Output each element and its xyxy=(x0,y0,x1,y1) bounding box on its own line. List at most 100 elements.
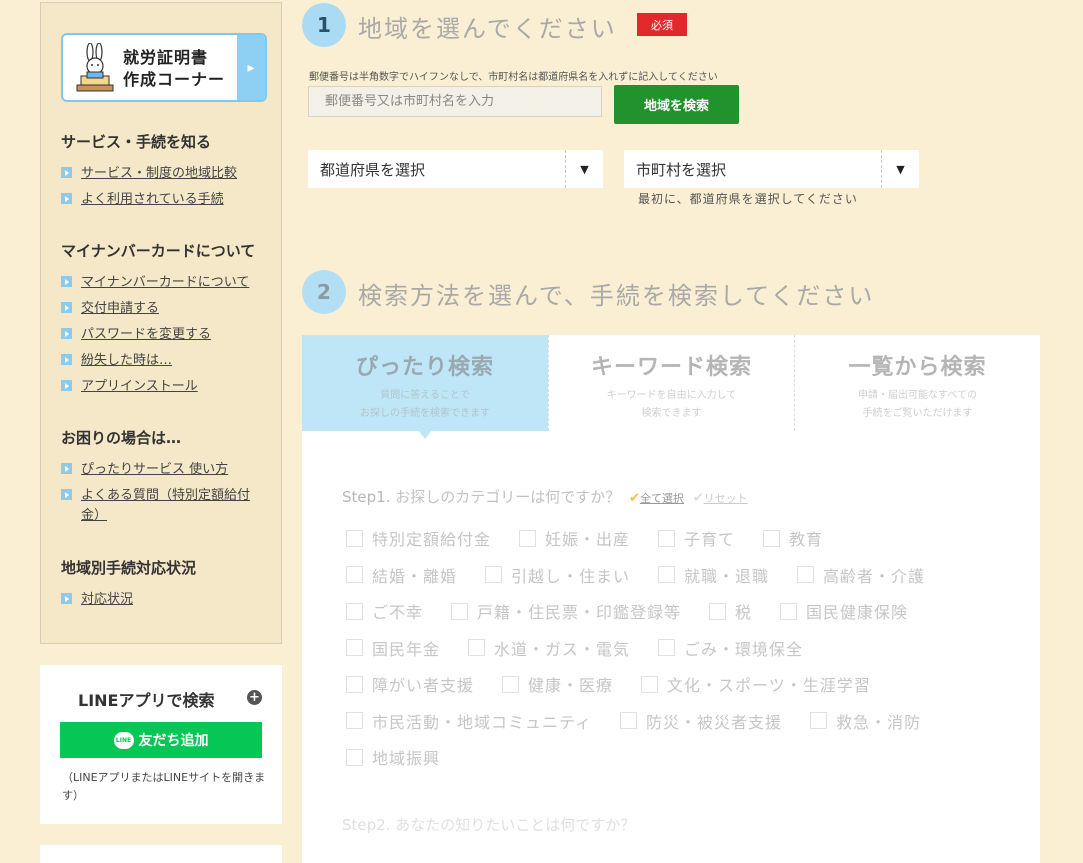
line-title: LINEアプリで検索 xyxy=(78,691,215,710)
sidebar-link-faq[interactable]: よくある質問（特別定額給付金） xyxy=(61,486,266,526)
checkbox-icon[interactable] xyxy=(346,529,363,547)
category-checkbox[interactable]: 高齢者・介護 xyxy=(797,563,925,587)
tab-pittari-search[interactable]: ぴったり検索 質問に答えることで お探しの手続を検索できます xyxy=(302,335,548,431)
select-all-link[interactable]: 全て選択 xyxy=(640,492,684,505)
sidebar-link-regional-comparison[interactable]: サービス・制度の地域比較 xyxy=(61,164,271,184)
required-badge: 必須 xyxy=(637,13,687,36)
region-search-input[interactable] xyxy=(308,86,602,117)
checkbox-icon[interactable] xyxy=(641,675,659,693)
checkbox-icon[interactable] xyxy=(502,675,520,693)
sidebar-link-status[interactable]: 対応状況 xyxy=(61,590,271,610)
checkbox-icon[interactable] xyxy=(346,566,363,584)
tab-list-search[interactable]: 一覧から検索 申請・届出可能なすべての 手続をご覧いただけます xyxy=(794,335,1040,431)
category-checkbox[interactable]: 市民活動・地域コミュニティ xyxy=(346,709,592,733)
line-logo-icon: LINE xyxy=(113,731,134,749)
sidebar-link-how-to-use[interactable]: ぴったりサービス 使い方 xyxy=(61,460,271,480)
category-label: ごみ・環境保全 xyxy=(684,639,804,659)
category-checkbox[interactable]: 健康・医療 xyxy=(502,672,613,696)
category-row: 障がい者支援 健康・医療 文化・スポーツ・生涯学習 xyxy=(346,666,1006,703)
category-checkbox[interactable]: 障がい者支援 xyxy=(346,672,474,696)
category-checkbox[interactable]: 特別定額給付金 xyxy=(346,526,491,550)
sidebar-link-lost-card[interactable]: 紛失した時は… xyxy=(61,351,271,371)
chevron-right-icon: ▸ xyxy=(237,35,265,100)
category-checkbox[interactable]: 救急・消防 xyxy=(810,709,921,733)
category-checkbox[interactable]: 引越し・住まい xyxy=(485,563,630,587)
step2-heading: 検索方法を選んで、手続を検索してください xyxy=(358,282,875,310)
banner-title: 就労証明書 作成コーナー xyxy=(123,48,226,89)
checkbox-icon[interactable] xyxy=(763,529,781,547)
checkbox-icon[interactable] xyxy=(658,639,676,657)
tab-title: ぴったり検索 xyxy=(355,355,494,380)
checkbox-icon[interactable] xyxy=(519,529,537,547)
checkbox-icon[interactable] xyxy=(620,712,638,730)
city-select[interactable]: 市町村を選択 ▼ xyxy=(624,150,919,188)
category-checkbox[interactable]: 地域振興 xyxy=(346,745,440,769)
step2-number: 2 xyxy=(302,270,346,314)
checkbox-icon[interactable] xyxy=(797,566,815,584)
sidebar-next-box xyxy=(40,845,282,863)
bullet-arrow-icon xyxy=(61,489,72,500)
sidebar-link-popular-procedures[interactable]: よく利用されている手続 xyxy=(61,190,271,210)
sidebar-link-change-password[interactable]: パスワードを変更する xyxy=(61,325,271,345)
category-checkbox[interactable]: ごみ・環境保全 xyxy=(658,636,803,660)
category-label: 国民年金 xyxy=(372,639,441,659)
category-checkbox[interactable]: 結婚・離婚 xyxy=(346,563,457,587)
checkbox-icon[interactable] xyxy=(451,602,469,620)
checkbox-icon[interactable] xyxy=(346,748,363,766)
tab-description: 申請・届出可能なすべての 手続をご覧いただけます xyxy=(858,390,977,419)
category-label: 子育て xyxy=(684,530,736,550)
section-title-mynumber: マイナンバーカードについて xyxy=(61,242,256,260)
checkbox-icon[interactable] xyxy=(346,639,363,657)
category-checkbox[interactable]: 税 xyxy=(709,599,752,623)
category-checkbox[interactable]: 国民年金 xyxy=(346,636,440,660)
tab-keyword-search[interactable]: キーワード検索 キーワードを自由に入力して 検索できます xyxy=(548,335,794,431)
bullet-arrow-icon xyxy=(61,380,72,391)
category-checkbox[interactable]: 子育て xyxy=(658,526,735,550)
bullet-arrow-icon xyxy=(61,354,72,365)
category-checkbox[interactable]: 就職・退職 xyxy=(658,563,769,587)
category-checkbox[interactable]: 水道・ガス・電気 xyxy=(468,636,630,660)
category-label: 妊娠・出産 xyxy=(545,530,631,550)
bullet-arrow-icon xyxy=(61,302,72,313)
checkbox-icon[interactable] xyxy=(780,602,798,620)
category-label: ご不幸 xyxy=(372,603,424,623)
checkbox-icon[interactable] xyxy=(709,602,727,620)
category-label: 就職・退職 xyxy=(684,566,770,586)
reset-link[interactable]: リセット xyxy=(704,492,748,505)
checkbox-icon[interactable] xyxy=(658,566,676,584)
line-button-label: 友だち追加 xyxy=(138,733,209,749)
category-label: 国民健康保険 xyxy=(806,603,909,623)
category-row: 国民年金 水道・ガス・電気 ごみ・環境保全 xyxy=(346,630,1006,667)
bullet-arrow-icon xyxy=(61,193,72,204)
plus-circle-icon[interactable]: + xyxy=(247,690,262,705)
check-icon: ✔ xyxy=(629,491,640,506)
work-certificate-banner[interactable]: 就労証明書 作成コーナー ▸ xyxy=(61,33,267,102)
checkbox-icon[interactable] xyxy=(810,712,828,730)
category-checkbox[interactable]: 国民健康保険 xyxy=(780,599,908,623)
checkbox-icon[interactable] xyxy=(346,712,363,730)
category-checkbox[interactable]: 戸籍・住民票・印鑑登録等 xyxy=(451,599,681,623)
checkbox-icon[interactable] xyxy=(346,602,363,620)
category-label: 高齢者・介護 xyxy=(823,566,926,586)
category-checkbox[interactable]: 防災・被災者支援 xyxy=(620,709,782,733)
section-title-services: サービス・手続を知る xyxy=(61,133,212,151)
triangle-down-icon: ▼ xyxy=(881,150,919,188)
region-search-button[interactable]: 地域を検索 xyxy=(614,85,739,124)
sidebar-link-apply[interactable]: 交付申請する xyxy=(61,299,271,319)
checkbox-icon[interactable] xyxy=(346,675,363,693)
category-label: 戸籍・住民票・印鑑登録等 xyxy=(477,603,682,623)
line-add-friend-button[interactable]: LINE 友だち追加 xyxy=(60,722,262,758)
prefecture-select[interactable]: 都道府県を選択 ▼ xyxy=(308,150,603,188)
category-checkbox[interactable]: ご不幸 xyxy=(346,599,423,623)
checkbox-icon[interactable] xyxy=(485,566,503,584)
step2-question: Step2. あなたの知りたいことは何ですか？ xyxy=(342,816,636,834)
category-checkbox[interactable]: 妊娠・出産 xyxy=(519,526,630,550)
checkbox-icon[interactable] xyxy=(468,639,486,657)
sidebar-link-install-app[interactable]: アプリインストール xyxy=(61,377,271,397)
rabbit-mascot-icon xyxy=(76,43,114,92)
category-checkbox[interactable]: 教育 xyxy=(763,526,823,550)
category-checkbox[interactable]: 文化・スポーツ・生涯学習 xyxy=(641,672,871,696)
sidebar-link-about-mynumber[interactable]: マイナンバーカードについて xyxy=(61,273,271,293)
checkbox-icon[interactable] xyxy=(658,529,676,547)
active-tab-pointer xyxy=(418,430,432,439)
